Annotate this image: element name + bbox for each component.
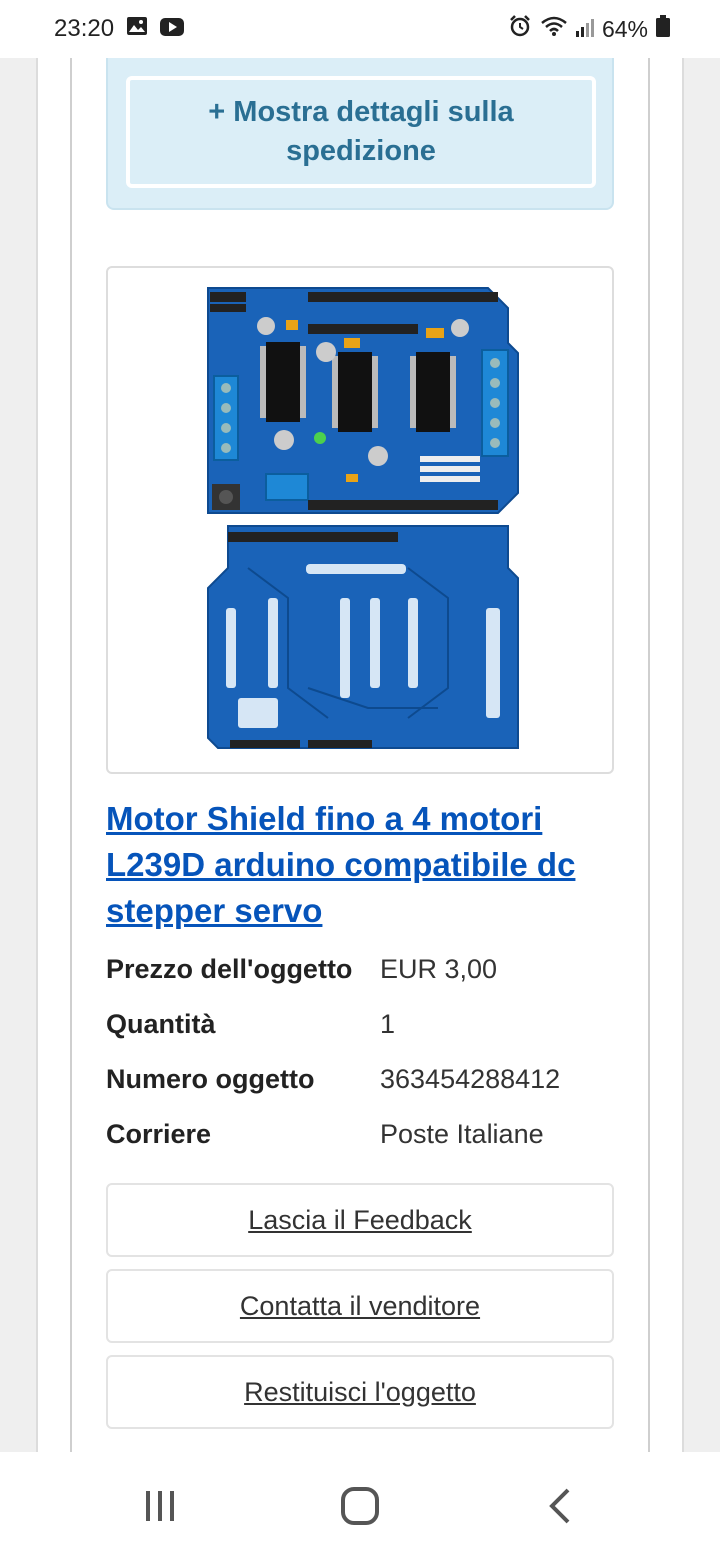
home-icon[interactable]: [320, 1476, 400, 1536]
shipping-box: + Mostra dettagli sulla spedizione: [106, 58, 614, 210]
gallery-icon: [126, 15, 148, 43]
detail-label: Quantità: [106, 1009, 216, 1039]
status-bar: 23:20 64%: [0, 0, 720, 58]
detail-label: Numero oggetto: [106, 1064, 315, 1094]
detail-value: Poste Italiane: [380, 1119, 544, 1149]
detail-label: Prezzo dell'oggetto: [106, 954, 353, 984]
contact-seller-button[interactable]: Contatta il venditore: [106, 1269, 614, 1343]
show-shipping-details-button[interactable]: + Mostra dettagli sulla spedizione: [126, 76, 596, 188]
product-title-link[interactable]: Motor Shield fino a 4 motori L239D ardui…: [106, 796, 626, 934]
detail-row-item-number: Numero oggetto 363454288412: [106, 1052, 626, 1107]
youtube-icon: [160, 15, 185, 43]
return-item-button[interactable]: Restituisci l'oggetto: [106, 1355, 614, 1429]
status-right: 64%: [508, 14, 670, 44]
detail-value: 1: [380, 1009, 396, 1039]
recent-apps-icon[interactable]: [120, 1476, 200, 1536]
signal-icon: [575, 16, 594, 43]
screen: 23:20 64% + Mostra dettagli sulla spediz…: [0, 0, 720, 1560]
detail-row-carrier: Corriere Poste Italiane: [106, 1107, 626, 1162]
clock: 23:20: [54, 15, 115, 42]
battery-percent: 64%: [601, 15, 648, 42]
pcb-illustration: [207, 287, 519, 749]
navigation-bar: [0, 1452, 720, 1560]
battery-icon: [656, 15, 670, 43]
product-image[interactable]: [106, 266, 614, 774]
alarm-icon: [508, 14, 532, 44]
detail-label: Corriere: [106, 1119, 212, 1149]
detail-value: EUR 3,00: [380, 954, 498, 984]
detail-row-quantity: Quantità 1: [106, 997, 626, 1052]
back-icon[interactable]: [520, 1476, 600, 1536]
status-left: 23:20: [54, 15, 185, 43]
product-details: Prezzo dell'oggetto EUR 3,00 Quantità 1 …: [106, 942, 626, 1162]
wifi-icon: [540, 15, 568, 43]
detail-row-price: Prezzo dell'oggetto EUR 3,00: [106, 942, 626, 997]
leave-feedback-button[interactable]: Lascia il Feedback: [106, 1183, 614, 1257]
detail-value: 363454288412: [380, 1064, 561, 1094]
